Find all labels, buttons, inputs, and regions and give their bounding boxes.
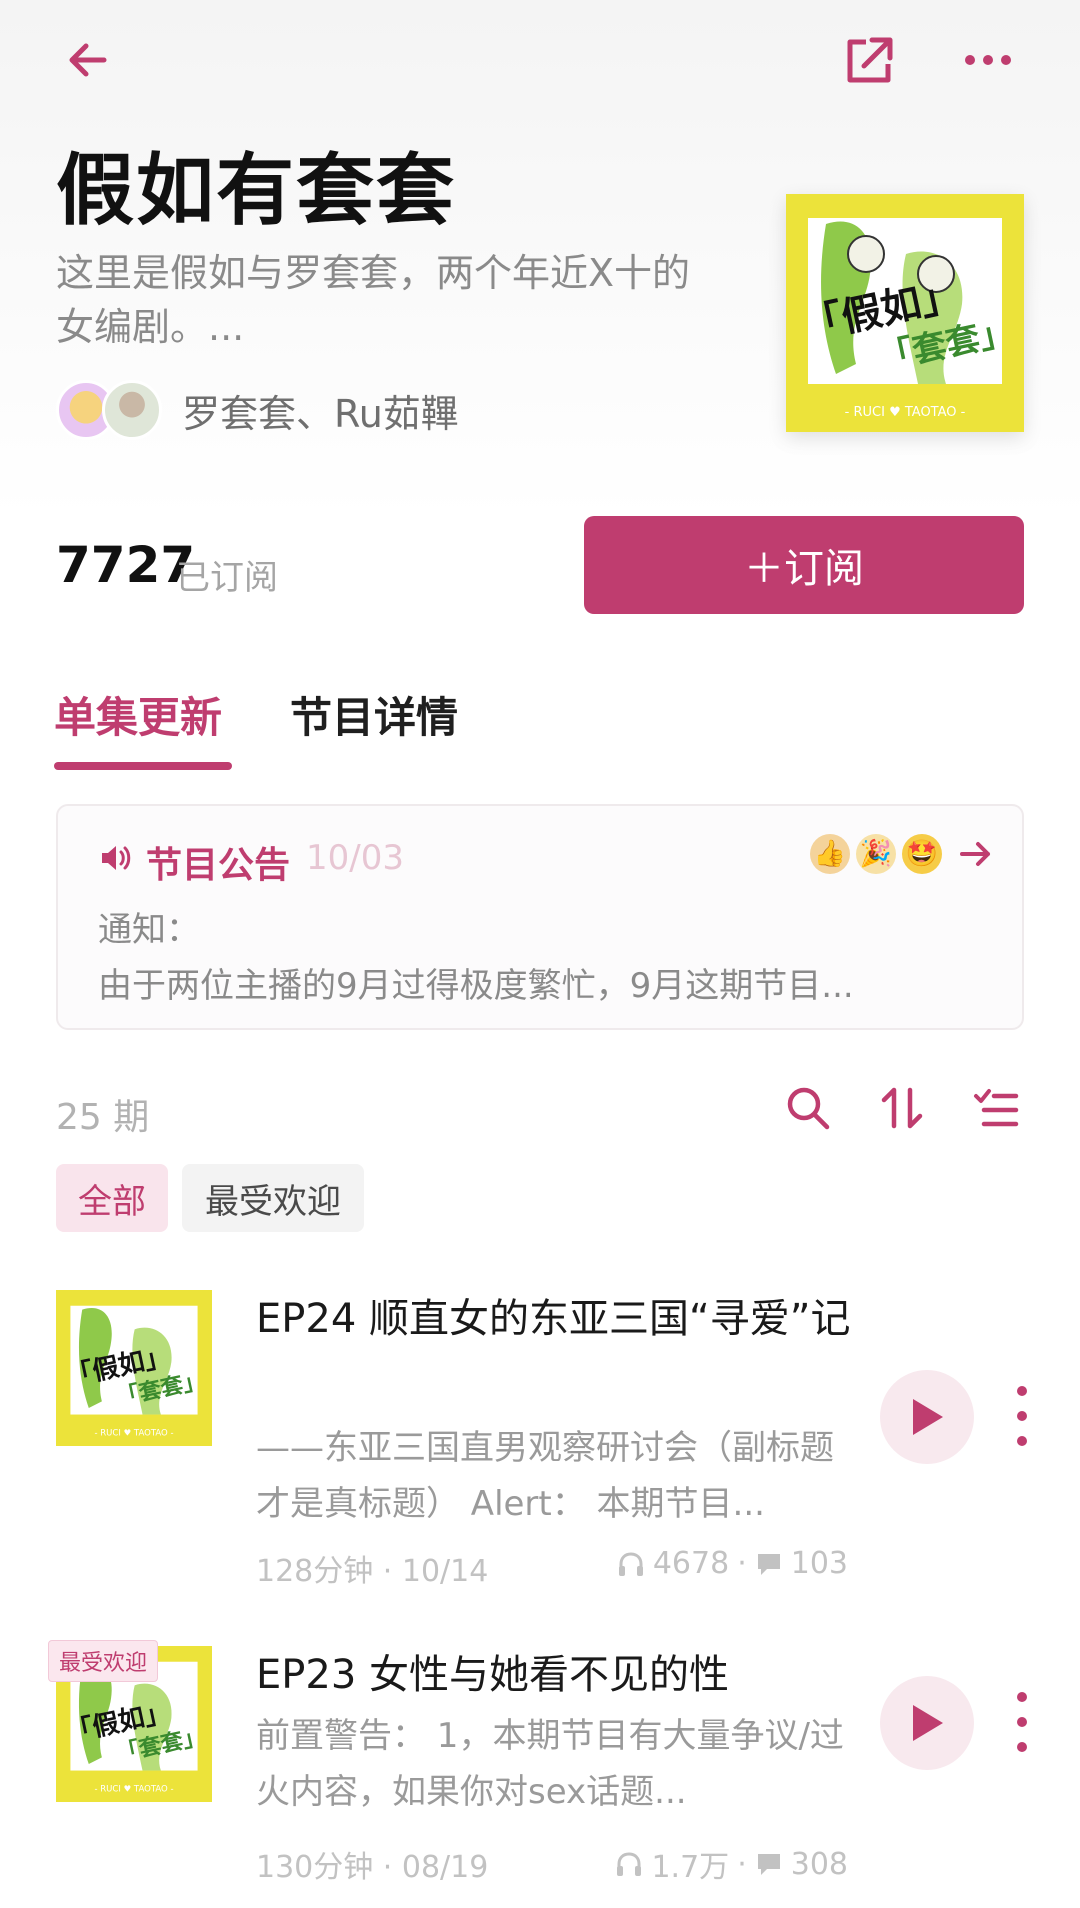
filter-list-button[interactable] <box>966 1078 1026 1138</box>
popular-badge: 最受欢迎 <box>48 1640 159 1682</box>
share-button[interactable] <box>830 20 910 100</box>
stats-separator: · <box>737 1546 747 1581</box>
host-names: 罗套套、Ru茹鞸 <box>182 391 459 436</box>
cover-footer: - RUCI ♥ TAOTAO - <box>94 1785 173 1795</box>
comment-count: 103 <box>790 1546 848 1581</box>
more-vertical-icon <box>1017 1411 1027 1421</box>
podcast-title: 假如有套套 <box>56 146 457 236</box>
play-icon <box>913 1399 943 1435</box>
active-tab-indicator <box>54 762 232 770</box>
filter-chip-popular[interactable]: 最受欢迎 <box>182 1164 364 1232</box>
back-button[interactable] <box>48 20 128 100</box>
arrow-right-icon <box>960 842 990 866</box>
comment-icon <box>757 1553 780 1575</box>
tab-episodes[interactable]: 单集更新 <box>54 684 222 745</box>
episode-more-button[interactable] <box>1008 1386 1036 1446</box>
episode-more-button[interactable] <box>1008 1692 1036 1752</box>
episode-title[interactable]: EP24 顺直女的东亚三国“寻爱”记 <box>256 1290 856 1348</box>
subscriber-count: 7727 <box>56 536 196 594</box>
headphones-icon <box>617 1852 642 1876</box>
comment-icon <box>757 1854 780 1875</box>
play-count: 4678 <box>652 1546 730 1581</box>
back-arrow-icon <box>69 43 107 77</box>
announcement-date: 10/03 <box>306 838 404 878</box>
episode-stats: 1.7万 · 308 <box>615 1842 848 1886</box>
more-vertical-icon <box>1017 1692 1027 1702</box>
announcement-text-line2: 由于两位主播的9月过得极度繁忙，9月这期节目... <box>98 966 854 1006</box>
share-icon <box>847 37 893 83</box>
podcast-cover[interactable]: 「假如」 「套套」 - RUCI ♥ TAOTAO - <box>786 194 1024 432</box>
more-options-button[interactable] <box>948 20 1028 100</box>
episode-duration-date: 128分钟 · 10/14 <box>256 1554 489 1589</box>
subscribe-button[interactable]: ＋订阅 <box>584 516 1024 614</box>
subscriber-label: 已订阅 <box>176 558 278 598</box>
more-vertical-icon <box>1017 1742 1027 1752</box>
tab-details[interactable]: 节目详情 <box>290 684 458 745</box>
episode-description: 前置警告： 1，本期节目有大量争议/过火内容，如果你对sex话题... <box>256 1716 844 1812</box>
speaker-icon <box>102 846 131 870</box>
search-icon <box>787 1087 830 1130</box>
episode-stats: 4678 · 103 <box>617 1546 848 1581</box>
cover-footer: - RUCI ♥ TAOTAO - <box>845 405 966 420</box>
sort-icon <box>881 1087 923 1129</box>
more-horizontal-icon <box>965 55 1011 65</box>
announcement-title: 节目公告 <box>146 845 291 886</box>
hosts-row[interactable]: 罗套套、Ru茹鞸 <box>56 380 459 440</box>
headphones-icon <box>618 1551 643 1576</box>
comment-count: 308 <box>790 1846 848 1882</box>
episode-cover: 「假如」 「套套」 - RUCI ♥ TAOTAO - <box>56 1290 212 1446</box>
reaction-emojis: 👍 🎉 🤩 <box>810 834 942 874</box>
play-count: 1.7万 <box>651 1850 730 1885</box>
podcast-cover-art: 「假如」 「套套」 - RUCI ♥ TAOTAO - <box>786 194 1024 432</box>
episode-count: 25 期 <box>56 1097 150 1138</box>
play-icon <box>913 1705 943 1741</box>
thumbs-up-icon: 👍 <box>810 834 850 874</box>
play-button[interactable] <box>880 1676 974 1770</box>
episode-title[interactable]: EP23 女性与她看不见的性 <box>256 1646 856 1704</box>
search-episodes-button[interactable] <box>778 1078 838 1138</box>
play-button[interactable] <box>880 1370 974 1464</box>
sort-order-button[interactable] <box>872 1078 932 1138</box>
episode-description: ——东亚三国直男观察研讨会（副标题才是真标题） Alert： 本期节目... <box>256 1428 834 1524</box>
podcast-description[interactable]: 这里是假如与罗套套，两个年近X十的女编剧。... <box>56 246 696 354</box>
cover-footer: - RUCI ♥ TAOTAO - <box>94 1429 173 1439</box>
more-vertical-icon <box>1017 1436 1027 1446</box>
star-eyes-icon: 🤩 <box>902 834 942 874</box>
filter-list-icon <box>974 1089 1019 1127</box>
stats-separator: · <box>737 1846 747 1882</box>
episode-duration-date: 130分钟 · 08/19 <box>256 1850 489 1885</box>
announcement-text-line1: 通知： <box>98 910 200 950</box>
more-vertical-icon <box>1017 1386 1027 1396</box>
host-avatar <box>102 380 162 440</box>
more-vertical-icon <box>1017 1717 1027 1727</box>
announcement-card[interactable]: 节目公告 10/03 👍 🎉 🤩 通知： 由于两位主播的9月过得极度繁忙，9月这… <box>56 804 1024 1030</box>
party-popper-icon: 🎉 <box>856 834 896 874</box>
filter-chip-all[interactable]: 全部 <box>56 1164 168 1232</box>
top-bar <box>0 20 1080 100</box>
